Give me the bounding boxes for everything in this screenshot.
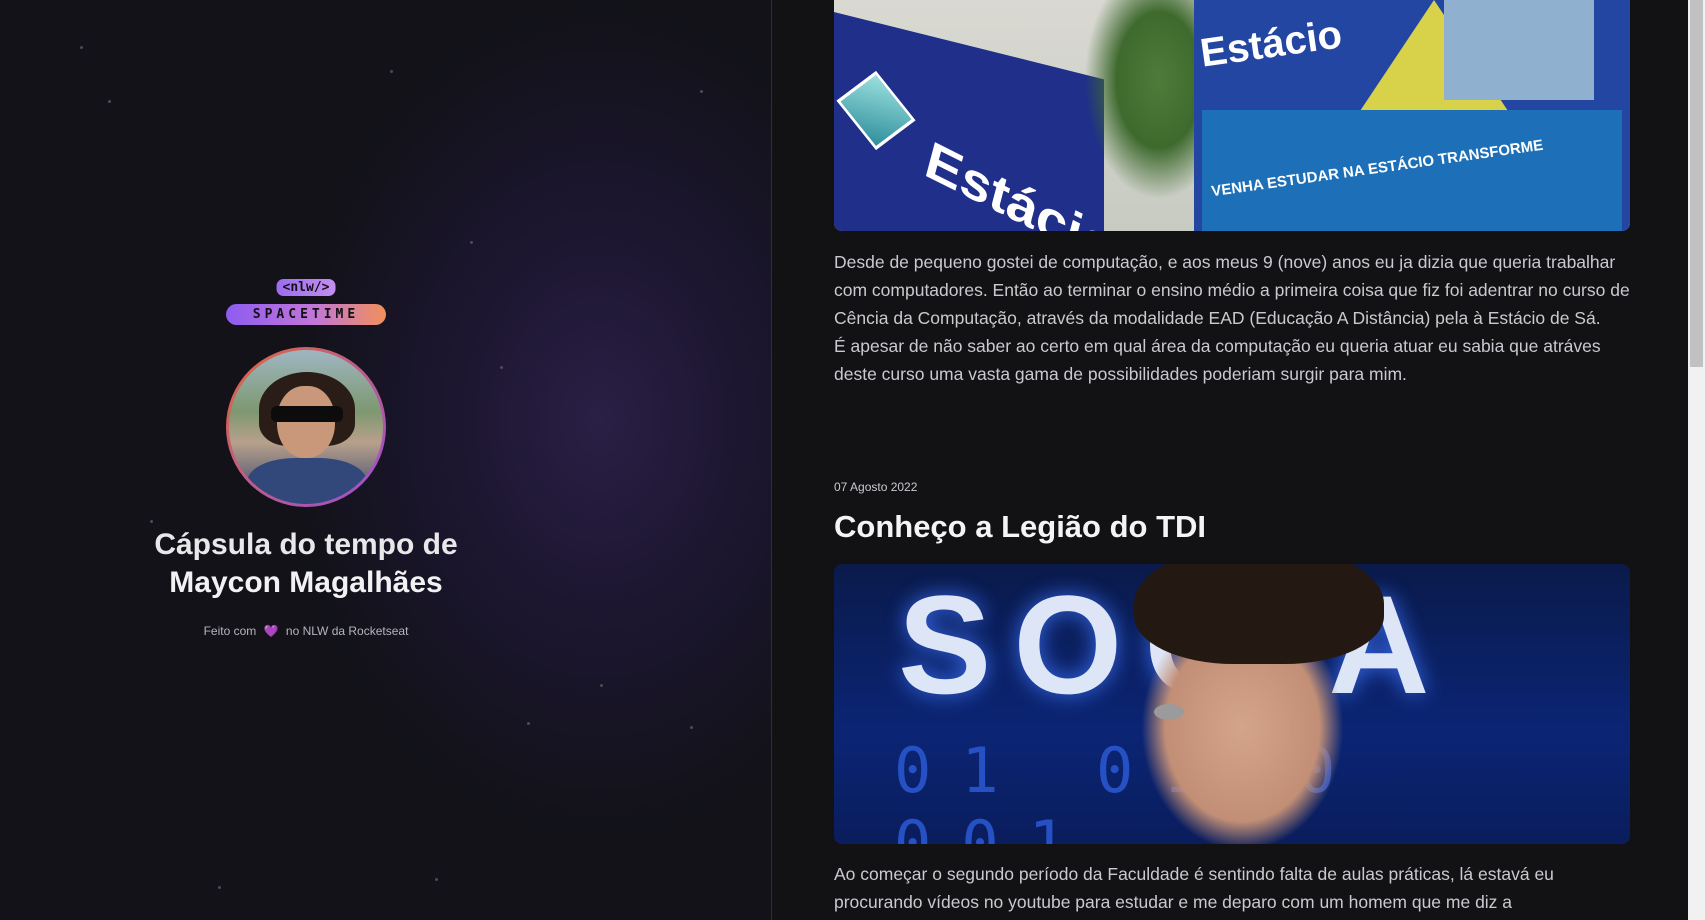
post-date: 07 Agosto 2022 bbox=[834, 480, 918, 494]
capsule-owner-name: Maycon Magalhães bbox=[169, 566, 443, 599]
footer-prefix: Feito com bbox=[203, 624, 257, 638]
post-image-tdi: SOCIA 01 0110 001 bbox=[834, 564, 1630, 844]
post-image-estacio: Estácio Estácio VENHA ESTUDAR NA ESTÁCIO… bbox=[834, 0, 1630, 231]
brand-name: SPACETIME bbox=[226, 304, 386, 325]
capsule-title: Cápsula do tempo de bbox=[154, 528, 458, 561]
timeline-feed[interactable]: Estácio Estácio VENHA ESTUDAR NA ESTÁCIO… bbox=[773, 0, 1688, 920]
avatar bbox=[226, 347, 386, 507]
avatar-photo bbox=[229, 350, 383, 504]
nlw-spacetime-logo: <nlw/> SPACETIME bbox=[226, 279, 386, 327]
building-word: Estácio bbox=[1197, 12, 1345, 76]
estacio-logo-icon bbox=[836, 70, 916, 151]
sidebar-panel: <nlw/> SPACETIME Cápsula do tempo de May… bbox=[0, 0, 772, 920]
post-paragraph: Desde de pequeno gostei de computação, e… bbox=[834, 252, 1630, 328]
post-paragraph: Ao começar o segundo período da Faculdad… bbox=[834, 864, 1554, 912]
post-text-estacio: Desde de pequeno gostei de computação, e… bbox=[834, 248, 1630, 388]
heart-icon: 💜 bbox=[263, 624, 279, 638]
brand-tag: <nlw/> bbox=[276, 279, 336, 296]
footer-suffix: no NLW da Rocketseat bbox=[285, 624, 409, 638]
scrollbar-thumb[interactable] bbox=[1690, 0, 1703, 367]
scrollbar[interactable] bbox=[1688, 0, 1705, 920]
post-title: Conheço a Legião do TDI bbox=[834, 509, 1207, 544]
page: <nlw/> SPACETIME Cápsula do tempo de May… bbox=[0, 0, 1705, 920]
footer-credit: Feito com 💜 no NLW da Rocketseat bbox=[0, 624, 612, 638]
post-paragraph: É apesar de não saber ao certo em qual á… bbox=[834, 336, 1601, 384]
